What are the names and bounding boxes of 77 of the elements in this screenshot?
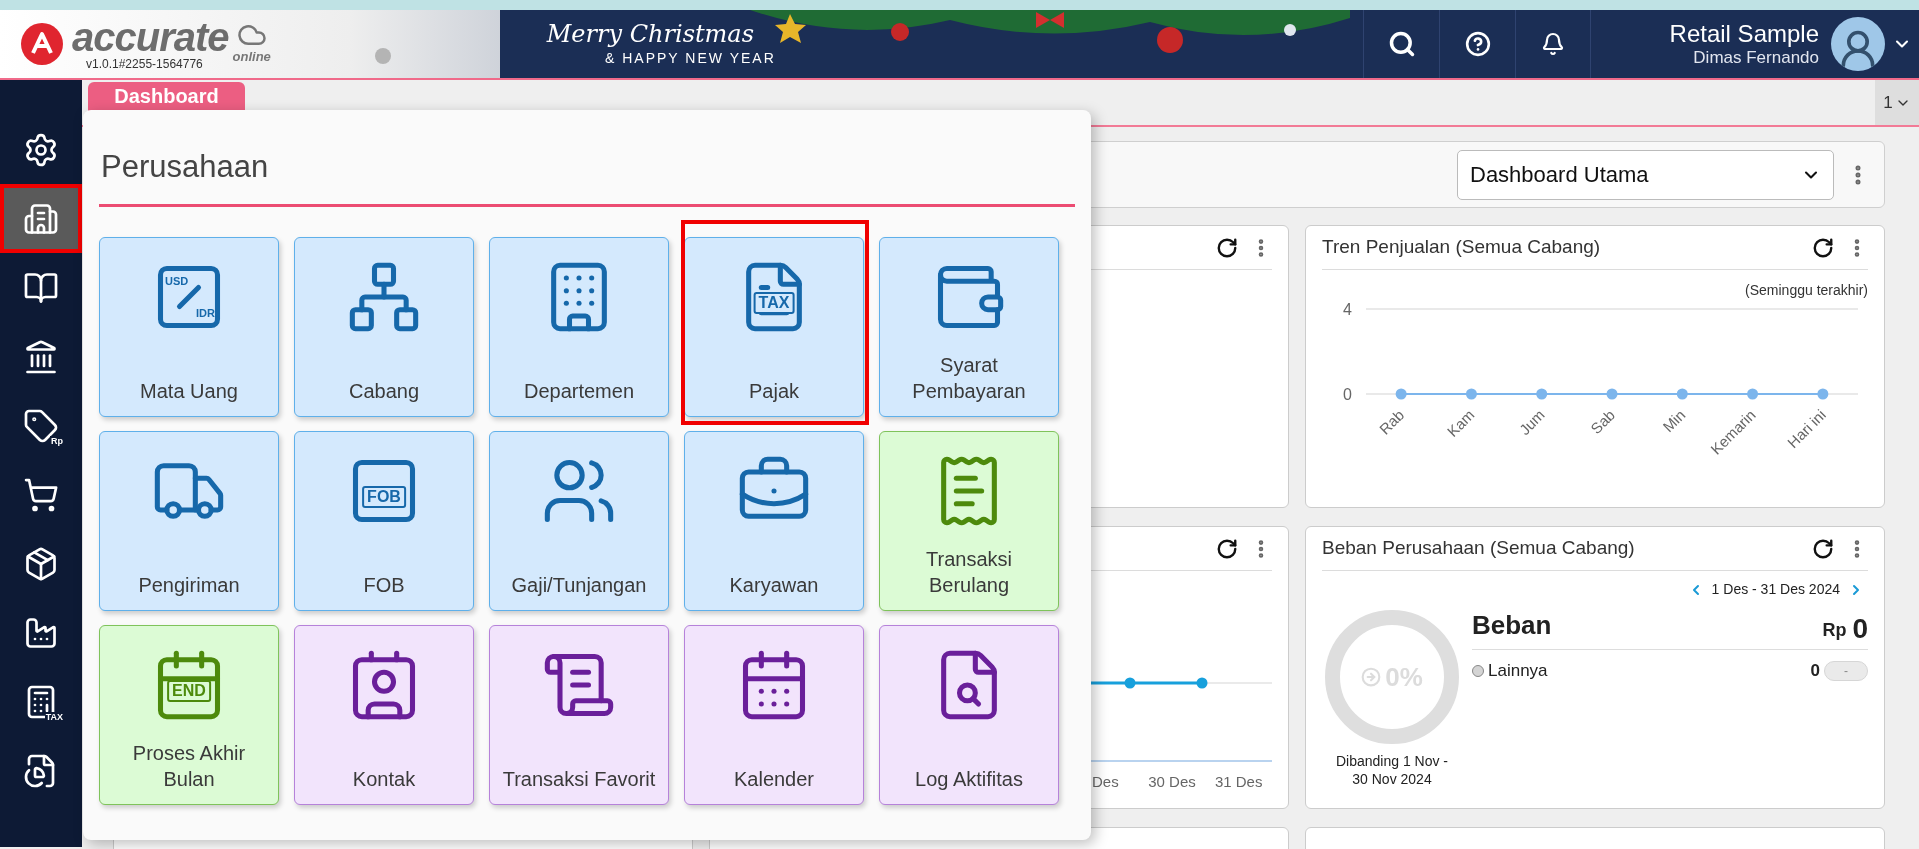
menu-tile[interactable]: Kalender bbox=[684, 625, 864, 805]
refresh-icon[interactable] bbox=[1812, 537, 1834, 560]
sidebar-item[interactable] bbox=[0, 184, 82, 253]
axis-category-label: 30 Des bbox=[1147, 772, 1197, 792]
menu-tile[interactable]: TAX Pajak bbox=[684, 237, 864, 417]
axis-category-label: Sab bbox=[1587, 406, 1619, 437]
menu-tile[interactable]: END Proses Akhir Bulan bbox=[99, 625, 279, 805]
data-point bbox=[1536, 388, 1548, 400]
icon-label: FOB bbox=[362, 486, 406, 509]
bank-icon bbox=[23, 338, 59, 375]
menu-tile[interactable]: Transaksi Favorit bbox=[489, 625, 669, 805]
menu-tile[interactable]: Karyawan bbox=[684, 431, 864, 611]
sidebar-item[interactable]: Rp bbox=[0, 391, 82, 460]
package-icon bbox=[23, 545, 59, 582]
icon-label: USD bbox=[165, 274, 189, 289]
menu-tile[interactable]: Kontak bbox=[294, 625, 474, 805]
brand-subtitle: online bbox=[232, 50, 271, 63]
axis-category-label: 31 Des bbox=[1213, 772, 1264, 792]
refresh-icon[interactable] bbox=[1216, 236, 1238, 259]
icon-label: Rp bbox=[50, 436, 64, 446]
dashboard-select[interactable]: Dashboard Utama bbox=[1457, 149, 1834, 200]
data-point bbox=[1747, 388, 1759, 400]
menu-tile[interactable]: Transaksi Berulang bbox=[879, 431, 1059, 611]
axis-category-label: Kam bbox=[1443, 406, 1478, 440]
banner-title: Merry Christmas bbox=[546, 19, 754, 48]
menu-tile[interactable]: Cabang bbox=[294, 237, 474, 417]
refresh-icon[interactable] bbox=[1216, 537, 1238, 560]
menu-tile[interactable]: Gaji/Tunjangan bbox=[489, 431, 669, 611]
icon-label: TAX bbox=[44, 712, 64, 722]
icon-label: TAX bbox=[753, 292, 795, 315]
cart-icon bbox=[23, 476, 59, 513]
compare-text: Dibanding 1 Nov - 30 Nov 2024 bbox=[1334, 752, 1450, 788]
menu-tile[interactable]: Departemen bbox=[489, 237, 669, 417]
data-point bbox=[1817, 388, 1829, 400]
total-amount: 0 bbox=[1852, 613, 1868, 645]
banner-subtitle: & HAPPY NEW YEAR bbox=[604, 48, 776, 68]
menu-tile[interactable]: Syarat Pembayaran bbox=[879, 237, 1059, 417]
axis-category-label: Rab bbox=[1375, 406, 1408, 438]
search-icon[interactable] bbox=[1387, 30, 1416, 58]
icon-label: IDR bbox=[196, 305, 215, 321]
axis-category-label: Jum bbox=[1515, 406, 1548, 439]
popup-title: Perusahaan bbox=[100, 147, 269, 186]
axis-tick-label: 4 bbox=[1343, 301, 1352, 318]
help-icon[interactable] bbox=[1464, 31, 1491, 57]
icon-label: END bbox=[167, 680, 211, 703]
change-pill: - bbox=[1824, 660, 1868, 681]
legend-value: 0 bbox=[1810, 660, 1820, 682]
data-point bbox=[1395, 388, 1407, 400]
menu-tile[interactable]: USD IDR Mata Uang bbox=[99, 237, 279, 417]
user-name: Dimas Fernando bbox=[1693, 48, 1819, 68]
legend-label: Lainnya bbox=[1488, 660, 1549, 682]
data-point bbox=[1676, 388, 1688, 400]
card-title: Tren Penjualan (Semua Cabang) bbox=[1322, 235, 1602, 260]
notification-icon[interactable] bbox=[1541, 32, 1565, 56]
brand-name: accurate bbox=[72, 17, 229, 57]
logo-icon bbox=[20, 22, 64, 66]
tab-counter[interactable]: 1 bbox=[1875, 80, 1919, 125]
settings-icon bbox=[23, 131, 59, 168]
axis-category-label: Min bbox=[1659, 406, 1689, 436]
version-label: v1.0.1#2255-1564776 bbox=[86, 57, 204, 71]
avatar[interactable] bbox=[1831, 17, 1885, 71]
company-name: Retail Sample bbox=[1669, 20, 1819, 48]
axis-category-label: Des bbox=[1090, 772, 1120, 792]
refresh-icon[interactable] bbox=[1812, 236, 1834, 259]
axis-tick-label: 0 bbox=[1343, 386, 1352, 403]
period-note: (Seminggu terakhir) bbox=[1745, 281, 1868, 300]
currency-label: Rp bbox=[1822, 619, 1847, 642]
data-point bbox=[1465, 388, 1477, 400]
period-range: 1 Des - 31 Des 2024 bbox=[1711, 580, 1840, 599]
menu-tile[interactable]: Pengiriman bbox=[99, 431, 279, 611]
axis-category-label: Hari ini bbox=[1783, 406, 1829, 452]
data-point bbox=[1606, 388, 1618, 400]
sidebar-item[interactable]: TAX bbox=[0, 667, 82, 736]
menu-tile[interactable]: FOB FOB bbox=[294, 431, 474, 611]
card-title: Beban Perusahaan (Semua Cabang) bbox=[1322, 536, 1636, 561]
menu-tile[interactable]: Log Aktifitas bbox=[879, 625, 1059, 805]
category-heading: Beban bbox=[1472, 609, 1553, 642]
